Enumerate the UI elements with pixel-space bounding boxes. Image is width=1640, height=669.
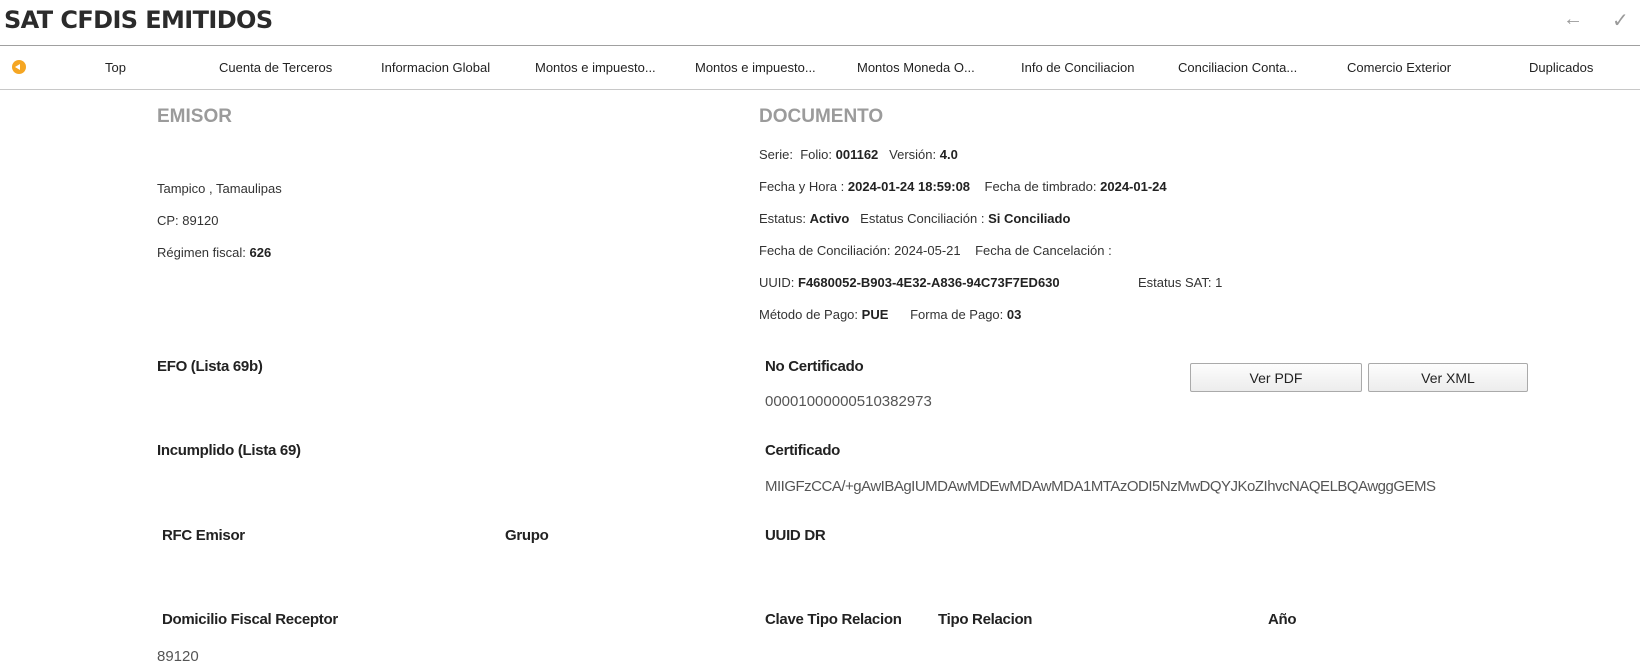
regimen-value: 626 [249, 245, 272, 260]
metodo-pago-label: Método de Pago: [759, 307, 859, 322]
doc-fechas-conc-row: Fecha de Conciliación: 2024-05-21 Fecha … [759, 243, 1112, 258]
fecha-conciliacion: Fecha de Conciliación: 2024-05-21 [759, 243, 961, 258]
estatus-conciliacion-value: Si Conciliado [988, 211, 1071, 226]
uuid-label: UUID: [759, 275, 795, 290]
regimen-label: Régimen fiscal: [157, 245, 246, 260]
uuid-dr-label: UUID DR [765, 527, 826, 544]
estatus-value: Activo [809, 211, 850, 226]
folio-value: 001162 [835, 147, 879, 162]
tab-comercio-exterior[interactable]: Comercio Exterior [1347, 60, 1451, 75]
doc-pago-row: Método de Pago: PUE Forma de Pago: 03 [759, 307, 1021, 322]
tab-montos-impuestos-1[interactable]: Montos e impuesto... [535, 60, 656, 75]
tab-montos-impuestos-2[interactable]: Montos e impuesto... [695, 60, 816, 75]
documento-title: DOCUMENTO [759, 106, 884, 127]
emisor-regimen: Régimen fiscal: 626 [157, 245, 271, 260]
incumplido-label: Incumplido (Lista 69) [157, 442, 301, 459]
emisor-location: Tampico , Tamaulipas [157, 181, 282, 196]
estatus-sat: Estatus SAT: 1 [1138, 275, 1223, 290]
emisor-cp: CP: 89120 [157, 213, 219, 228]
arrow-left-icon[interactable]: ← [1563, 8, 1583, 31]
page: SAT CFDIS EMITIDOS ← ✓ Top Cuenta de Ter… [0, 0, 1640, 669]
tab-bar: Top Cuenta de Terceros Informacion Globa… [0, 46, 1640, 90]
serie-label: Serie: [759, 147, 793, 162]
tipo-relacion-label: Tipo Relacion [938, 611, 1033, 628]
fecha-timbrado-value: 2024-01-24 [1100, 179, 1167, 194]
version-value: 4.0 [939, 147, 958, 162]
tab-top[interactable]: Top [105, 60, 126, 75]
tab-cuenta-terceros[interactable]: Cuenta de Terceros [219, 60, 332, 75]
tab-conciliacion-contable[interactable]: Conciliacion Conta... [1178, 60, 1297, 75]
certificado-value: MIIGFzCCA/+gAwIBAgIUMDAwMDEwMDAwMDA1MTAz… [765, 478, 1436, 495]
doc-fecha-row: Fecha y Hora : 2024-01-24 18:59:08 Fecha… [759, 179, 1167, 194]
version-label: Versión: [889, 147, 937, 162]
domicilio-fiscal-label: Domicilio Fiscal Receptor [162, 611, 338, 628]
ver-xml-button[interactable]: Ver XML [1368, 363, 1528, 392]
estatus-conciliacion-label: Estatus Conciliación : [860, 211, 985, 226]
circle-back-icon[interactable] [12, 60, 26, 74]
estatus-label: Estatus: [759, 211, 806, 226]
efo-label: EFO (Lista 69b) [157, 358, 263, 375]
metodo-pago-value: PUE [861, 307, 889, 322]
folio-label: Folio: [800, 147, 832, 162]
emisor-title: EMISOR [157, 106, 232, 127]
rfc-emisor-label: RFC Emisor [162, 527, 245, 544]
no-certificado-label: No Certificado [765, 358, 864, 375]
grupo-label: Grupo [505, 527, 549, 544]
clave-tipo-relacion-label: Clave Tipo Relacion [765, 611, 902, 628]
tab-informacion-global[interactable]: Informacion Global [381, 60, 490, 75]
uuid-value: F4680052-B903-4E32-A836-94C73F7ED630 [798, 275, 1060, 290]
page-title: SAT CFDIS EMITIDOS [4, 6, 273, 34]
tab-info-conciliacion[interactable]: Info de Conciliacion [1021, 60, 1134, 75]
check-icon[interactable]: ✓ [1612, 8, 1629, 33]
fecha-hora-value: 2024-01-24 18:59:08 [847, 179, 971, 194]
forma-pago-value: 03 [1006, 307, 1022, 322]
ver-pdf-button[interactable]: Ver PDF [1190, 363, 1362, 392]
anio-label: Año [1268, 611, 1297, 628]
tab-duplicados[interactable]: Duplicados [1529, 60, 1593, 75]
certificado-label: Certificado [765, 442, 841, 459]
fecha-hora-label: Fecha y Hora : [759, 179, 845, 194]
forma-pago-label: Forma de Pago: [910, 307, 1004, 322]
tab-montos-moneda[interactable]: Montos Moneda O... [857, 60, 975, 75]
fecha-cancelacion-label: Fecha de Cancelación : [975, 243, 1112, 258]
domicilio-fiscal-value: 89120 [157, 648, 199, 665]
no-certificado-value: 00001000000510382973 [765, 393, 932, 410]
doc-uuid-row: UUID: F4680052-B903-4E32-A836-94C73F7ED6… [759, 275, 1060, 290]
doc-serie-row: Serie: Folio: 001162 Versión: 4.0 [759, 147, 958, 162]
fecha-timbrado-label: Fecha de timbrado: [984, 179, 1097, 194]
header-bar: SAT CFDIS EMITIDOS ← ✓ [0, 0, 1640, 46]
doc-estatus-row: Estatus: Activo Estatus Conciliación : S… [759, 211, 1070, 226]
